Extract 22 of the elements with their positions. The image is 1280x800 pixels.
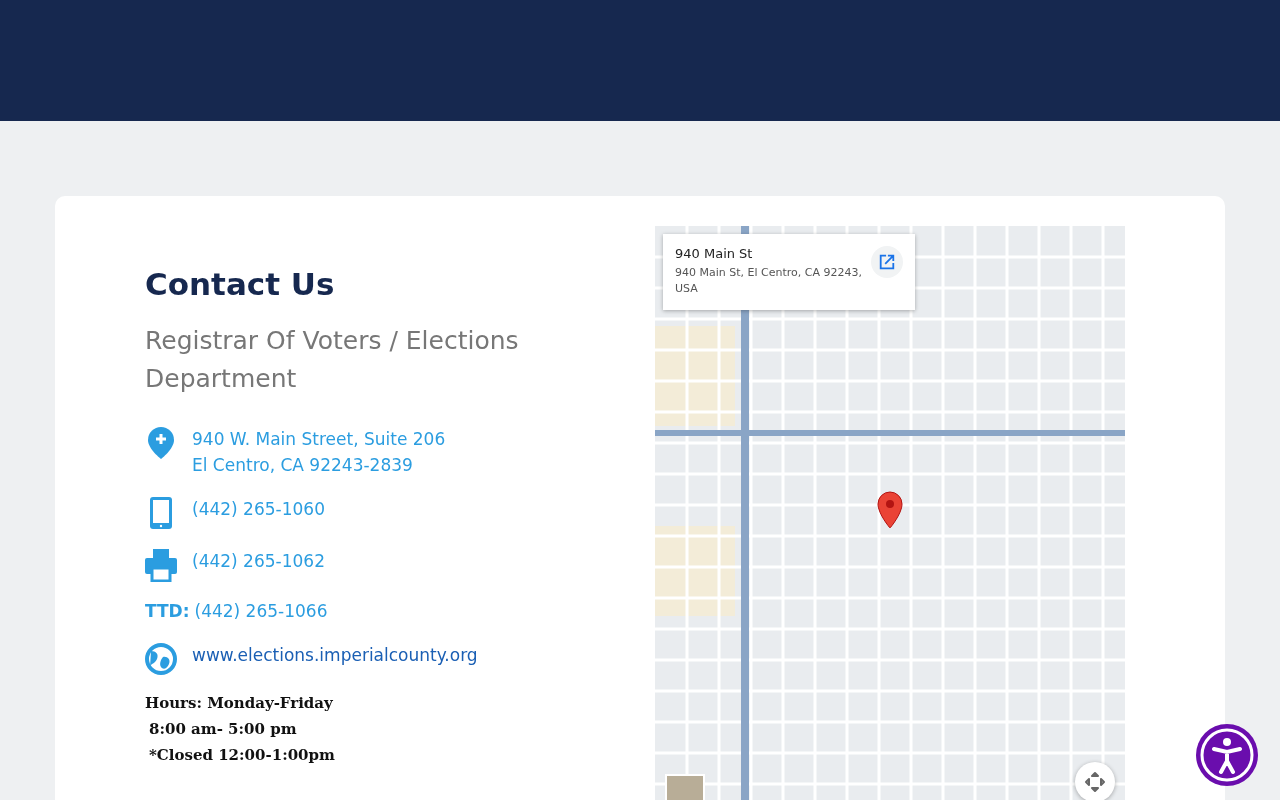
ttd-link[interactable]: (442) 265-1066 bbox=[194, 598, 328, 624]
address-link[interactable]: 940 W. Main Street, Suite 206 El Centro, CA 92243-2839 bbox=[192, 426, 446, 478]
open-in-maps-button[interactable] bbox=[871, 246, 903, 278]
phone-link[interactable]: (442) 265-1060 bbox=[192, 496, 325, 522]
hours-text: *Closed 12:00-1:00pm bbox=[148, 746, 336, 764]
map-pin-icon bbox=[145, 426, 177, 460]
section-title: Contact Us bbox=[145, 266, 336, 302]
hours-text: Hours: Monday-Friday bbox=[145, 694, 334, 712]
map-pin-icon bbox=[877, 491, 903, 529]
external-link-icon bbox=[878, 253, 896, 271]
globe-icon bbox=[145, 642, 177, 676]
printer-icon bbox=[145, 548, 177, 582]
department-name: Registrar Of Voters / Elections Department bbox=[145, 325, 520, 395]
pan-control-button[interactable] bbox=[1075, 762, 1115, 800]
fax-link[interactable]: (442) 265-1062 bbox=[192, 548, 325, 574]
website-link[interactable]: www.elections.imperialcounty.org bbox=[192, 642, 478, 668]
place-title: 940 Main St bbox=[675, 246, 754, 261]
hours-text: 8:00 am- 5:00 pm bbox=[148, 720, 298, 738]
ttd-label: TTD: bbox=[145, 600, 190, 623]
pan-arrows-icon bbox=[1083, 770, 1107, 794]
accessibility-button[interactable] bbox=[1195, 723, 1259, 787]
place-address: 940 Main St, El Centro, CA 92243, USA bbox=[675, 265, 863, 297]
